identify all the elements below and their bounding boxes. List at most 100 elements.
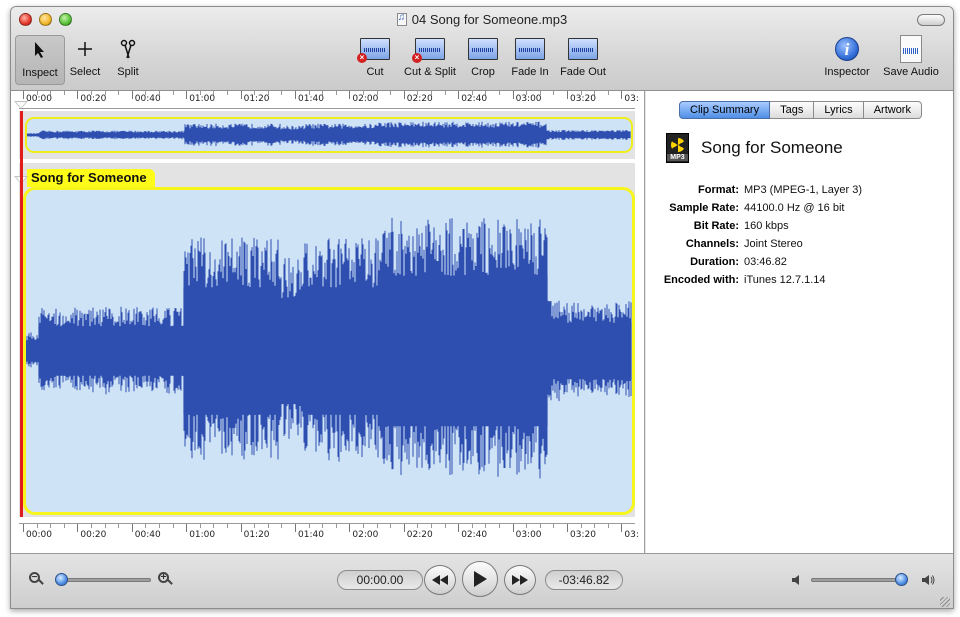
- ruler-time-label: 00:20: [80, 94, 107, 104]
- resize-grip-icon[interactable]: [940, 597, 950, 607]
- ruler-minor-tick: [322, 524, 324, 528]
- inspector-panel: Clip Summary Tags Lyrics Artwork MP3 Song f…: [646, 91, 953, 553]
- property-row: Format: MP3 (MPEG-1, Layer 3): [658, 181, 862, 199]
- ruler-minor-tick: [227, 524, 228, 528]
- select-label: Select: [69, 66, 101, 78]
- clip-summary-header: MP3 Song for Someone: [666, 133, 843, 163]
- inspector-label: Inspector: [824, 66, 870, 78]
- volume-slider-knob[interactable]: [895, 573, 908, 586]
- ruler-minor-tick: [607, 524, 609, 528]
- fade-in-label: Fade In: [511, 66, 549, 78]
- property-key: Sample Rate:: [669, 202, 739, 214]
- ruler-minor-tick: [308, 524, 310, 528]
- audio-clip[interactable]: [23, 187, 635, 515]
- ruler-time-label: 01:00: [189, 530, 216, 540]
- ruler-time-label: 01:00: [189, 94, 216, 104]
- ruler-minor-tick: [553, 91, 555, 95]
- save-audio-button[interactable]: Save Audio: [879, 35, 943, 85]
- split-tool-button[interactable]: Split: [111, 35, 145, 85]
- ruler-minor-tick: [390, 91, 392, 95]
- ruler-minor-tick: [118, 91, 120, 95]
- cut-and-split-icon: ×: [412, 38, 445, 63]
- play-button[interactable]: [462, 561, 498, 597]
- ruler-minor-tick: [471, 524, 473, 528]
- ruler-minor-tick: [199, 91, 201, 95]
- ruler-time-label: 01:40: [298, 530, 324, 540]
- select-tool-button[interactable]: Select: [67, 35, 103, 85]
- app-window: 04 Song for Someone.mp3 Inspect Select S…: [10, 6, 954, 609]
- current-time-display: 00:00.00: [337, 570, 423, 590]
- volume-slider[interactable]: [811, 578, 907, 582]
- ruler-minor-tick: [254, 91, 256, 95]
- fade-out-label: Fade Out: [560, 66, 606, 78]
- inspector-button[interactable]: i Inspector: [819, 35, 875, 85]
- ruler-minor-tick: [118, 524, 120, 528]
- info-icon: i: [835, 37, 859, 61]
- overview-clip[interactable]: [25, 117, 633, 153]
- cut-button[interactable]: × Cut: [355, 35, 395, 85]
- fast-forward-button[interactable]: [504, 565, 536, 595]
- ruler-time-label: 00:40: [134, 530, 161, 540]
- zoom-out-icon[interactable]: −: [29, 572, 44, 586]
- ruler-time-label: 02:00: [352, 94, 379, 104]
- property-row: Duration: 03:46.82: [658, 253, 862, 271]
- ruler-minor-tick: [159, 91, 160, 95]
- fade-in-button[interactable]: Fade In: [507, 35, 553, 85]
- scissors-icon: [120, 39, 136, 59]
- ruler-minor-tick: [553, 524, 555, 528]
- crop-button[interactable]: Crop: [465, 35, 501, 85]
- property-value: iTunes 12.7.1.14: [744, 274, 826, 286]
- ruler-minor-tick: [63, 91, 65, 95]
- ruler-minor-tick: [431, 524, 432, 528]
- property-key: Bit Rate:: [693, 220, 739, 232]
- ruler-minor-tick: [526, 524, 528, 528]
- mp3-file-icon-text: MP3: [667, 154, 688, 161]
- ruler-time-label: 02:40: [461, 530, 488, 540]
- zoom-slider-knob[interactable]: [55, 573, 68, 586]
- fade-out-icon: [568, 38, 598, 60]
- ruler-minor-tick: [335, 91, 337, 95]
- arrow-cursor-icon: [35, 42, 44, 58]
- ruler-time-label: 03:20: [570, 94, 596, 104]
- ruler-minor-tick: [91, 524, 92, 528]
- tab-clip-summary[interactable]: Clip Summary: [679, 101, 771, 119]
- crop-icon: [468, 38, 498, 60]
- property-row: Sample Rate: 44100.0 Hz @ 16 bit: [658, 199, 862, 217]
- waveform-editor[interactable]: 00:00 00:20 00:40 01:00 01:20 01:40 02:00 02:20…: [11, 91, 645, 553]
- cut-label: Cut: [366, 66, 384, 78]
- crop-label: Crop: [471, 66, 495, 78]
- clip-title-tab[interactable]: Song for Someone: [27, 169, 155, 187]
- property-key: Duration:: [690, 256, 739, 268]
- ruler-minor-tick: [50, 524, 52, 528]
- fade-out-button[interactable]: Fade Out: [557, 35, 609, 85]
- cut-and-split-button[interactable]: × Cut & Split: [399, 35, 461, 85]
- ruler-minor-tick: [417, 524, 419, 528]
- tab-lyrics[interactable]: Lyrics: [814, 101, 864, 119]
- tab-tags[interactable]: Tags: [770, 101, 815, 119]
- ruler-minor-tick: [539, 524, 541, 528]
- ruler-minor-tick: [526, 91, 528, 95]
- split-label: Split: [117, 66, 139, 78]
- property-value: Joint Stereo: [744, 238, 803, 250]
- ruler-minor-tick: [199, 524, 201, 528]
- ruler-minor-tick: [267, 524, 269, 528]
- remaining-time-display: -03:46.82: [545, 570, 623, 590]
- mp3-file-icon: MP3: [666, 133, 689, 163]
- ruler-minor-tick: [213, 524, 215, 528]
- toolbar-toggle-button[interactable]: [917, 14, 945, 26]
- zoom-slider[interactable]: [57, 578, 151, 582]
- inspect-tool-button[interactable]: Inspect: [15, 35, 65, 85]
- ruler-minor-tick: [580, 91, 582, 95]
- zoom-in-icon[interactable]: +: [158, 572, 173, 586]
- ruler-minor-tick: [594, 91, 596, 95]
- tab-artwork[interactable]: Artwork: [863, 101, 922, 119]
- start-marker-icon[interactable]: [14, 101, 28, 109]
- ruler-minor-tick: [308, 91, 310, 95]
- timeline-ruler-top[interactable]: 00:00 00:20 00:40 01:00 01:20 01:40 02:00 02:20…: [19, 91, 639, 109]
- timeline-ruler-bottom[interactable]: 00:00 00:20 00:40 01:00 01:20 01:40 02:00 02:20…: [19, 523, 639, 541]
- ruler-minor-tick: [580, 524, 582, 528]
- playhead[interactable]: [20, 111, 23, 517]
- ruler-time-label: 00:40: [134, 94, 161, 104]
- rewind-button[interactable]: [424, 565, 456, 595]
- ruler-minor-tick: [499, 524, 500, 528]
